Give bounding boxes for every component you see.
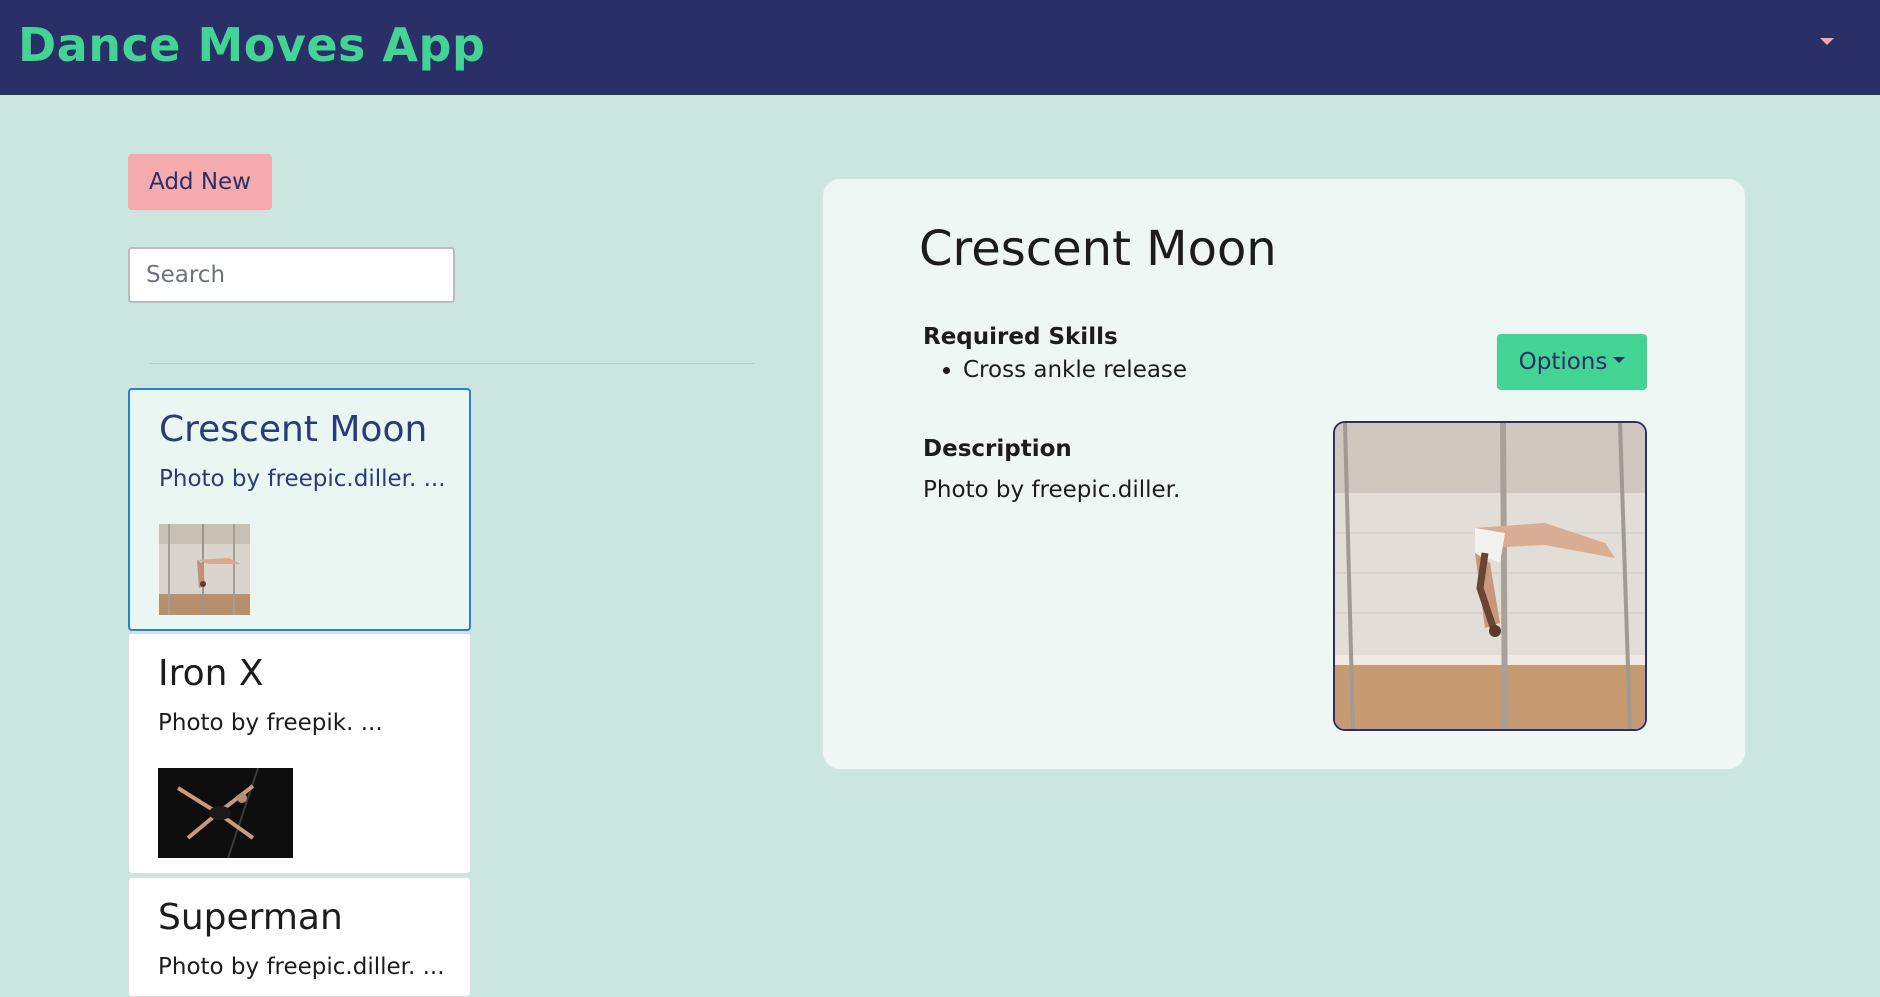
app-brand[interactable]: Dance Moves App [18, 18, 485, 72]
move-card-iron-x[interactable]: Iron X Photo by freepik. ... [128, 633, 471, 874]
caret-down-icon [1613, 356, 1626, 363]
options-dropdown-button[interactable]: Options [1497, 334, 1647, 390]
move-photo [1333, 421, 1647, 731]
move-card-subtitle: Photo by freepik. ... [158, 710, 383, 736]
move-card-superman[interactable]: Superman Photo by freepic.diller. ... [128, 877, 471, 997]
description-label: Description [923, 436, 1072, 462]
move-card-subtitle: Photo by freepic.diller. ... [158, 954, 445, 980]
move-photo-image [1335, 423, 1645, 729]
skill-item: Cross ankle release [963, 357, 1187, 383]
detail-title: Crescent Moon [919, 221, 1277, 277]
add-new-button[interactable]: Add New [128, 154, 272, 210]
move-thumbnail-image [158, 768, 293, 858]
caret-down-icon[interactable] [1820, 38, 1834, 45]
required-skills-label: Required Skills [923, 324, 1118, 350]
description-text: Photo by freepic.diller. [923, 477, 1181, 503]
divider [150, 363, 754, 364]
move-card-title: Crescent Moon [159, 409, 428, 450]
move-detail-panel: Crescent Moon Required Skills Cross ankl… [822, 178, 1746, 770]
move-thumbnail-image [159, 524, 250, 615]
move-card-crescent-moon[interactable]: Crescent Moon Photo by freepic.diller. .… [128, 388, 471, 631]
top-navbar: Dance Moves App [0, 0, 1880, 95]
move-card-subtitle: Photo by freepic.diller. ... [159, 466, 446, 492]
search-input[interactable] [128, 247, 455, 303]
skills-list: Cross ankle release [923, 357, 1187, 383]
move-card-title: Superman [158, 897, 343, 938]
move-card-title: Iron X [158, 653, 264, 694]
options-label: Options [1518, 349, 1608, 375]
